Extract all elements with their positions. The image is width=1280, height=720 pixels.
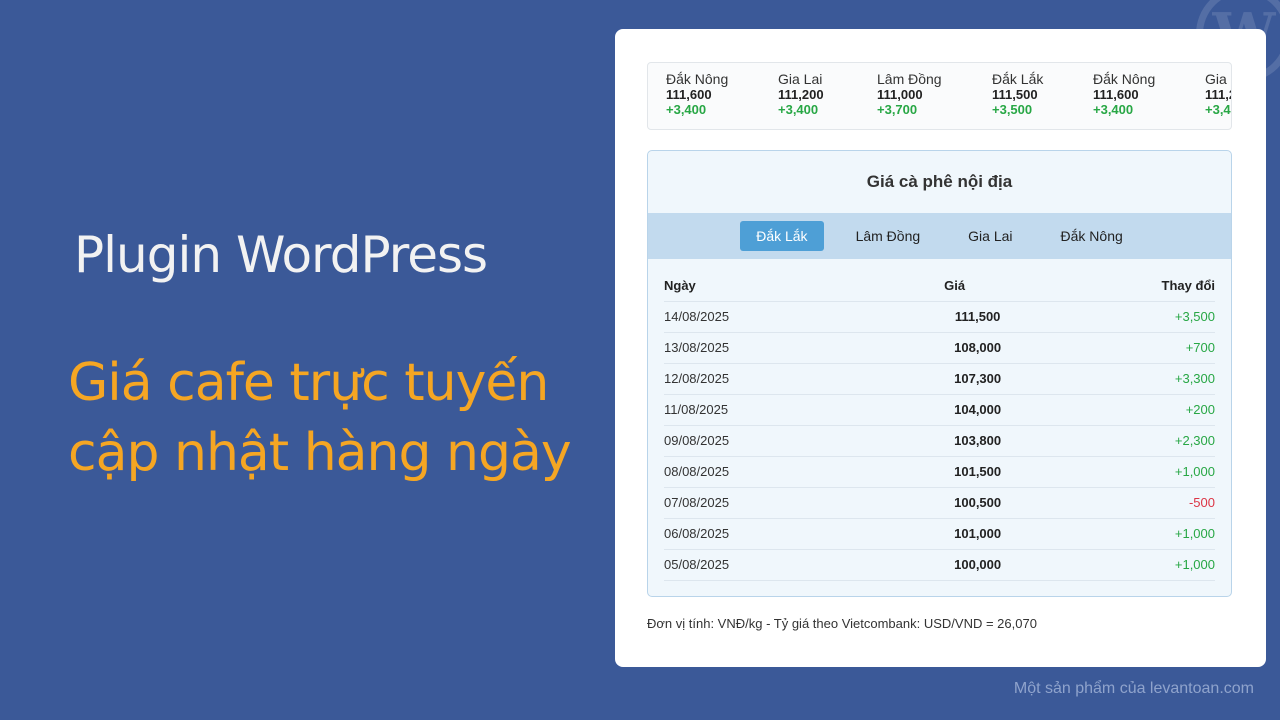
cell-price: 103,800: [833, 425, 1076, 457]
widget-card: Đắk Nông 111,600 +3,400 Gia Lai 111,200 +3,40…: [615, 29, 1266, 667]
cell-change: +3,500: [1075, 301, 1215, 333]
table-row: 11/08/2025 104,000 +200: [664, 394, 1215, 426]
banner-title: Plugin WordPress: [74, 226, 488, 284]
table-row: 08/08/2025 101,500 +1,000: [664, 456, 1215, 488]
table-row: 12/08/2025 107,300 +3,300: [664, 363, 1215, 395]
cell-price: 107,300: [833, 363, 1076, 395]
table-row: 05/08/2025 100,000 +1,000: [664, 549, 1215, 581]
table-row: 07/08/2025 100,500 -500: [664, 487, 1215, 519]
cell-price: 111,500: [833, 301, 1076, 333]
ticker-item: Gia Lai111,200+3,400: [1205, 71, 1231, 118]
banner-subtitle-line2: cập nhật hàng ngày: [68, 423, 572, 483]
cell-date: 14/08/2025: [664, 301, 834, 333]
ticker-change: +3,400: [666, 102, 707, 117]
cell-change: +1,000: [1075, 456, 1215, 488]
cell-change: -500: [1075, 487, 1215, 519]
tab-region[interactable]: Đắk Nông: [1045, 221, 1139, 251]
cell-price: 100,000: [833, 549, 1076, 581]
cell-date: 09/08/2025: [664, 425, 834, 457]
cell-price: 101,500: [833, 456, 1076, 488]
cell-date: 07/08/2025: [664, 487, 834, 519]
ticker-name: Đắk Nông: [666, 71, 729, 87]
ticker-price: 111,600: [666, 87, 712, 102]
credit-text: Một sản phẩm của levantoan.com: [1013, 680, 1254, 697]
tab-region[interactable]: Đắk Lắk: [740, 221, 824, 251]
ticker-change: +3,400: [778, 102, 819, 117]
ticker-name: Đắk Lắk: [992, 71, 1044, 87]
region-tabs: Đắk Lắk Lâm Đồng Gia Lai Đắk Nông: [648, 213, 1231, 259]
ticker-price: 111,200: [1205, 87, 1231, 102]
ticker-name: Gia Lai: [778, 71, 823, 87]
column-change: Thay đổi: [1075, 271, 1215, 302]
ticker-price: 111,600: [1093, 87, 1139, 102]
cell-price: 108,000: [833, 332, 1076, 364]
ticker-change: +3,700: [877, 102, 918, 117]
tab-region[interactable]: Lâm Đồng: [840, 221, 937, 251]
price-ticker: Đắk Nông 111,600 +3,400 Gia Lai 111,200 +3,40…: [647, 62, 1232, 130]
ticker-name: Gia Lai: [1205, 71, 1231, 87]
unit-note: Đơn vị tính: VNĐ/kg - Tỷ giá theo Vietco…: [647, 616, 1037, 631]
banner-subtitle-line1: Giá cafe trực tuyến: [68, 353, 549, 413]
column-price: Giá: [833, 271, 1076, 302]
ticker-name: Lâm Đồng: [877, 71, 942, 87]
ticker-change: +3,500: [992, 102, 1033, 117]
cell-change: +700: [1075, 332, 1215, 364]
ticker-change: +3,400: [1205, 102, 1231, 117]
cell-price: 104,000: [833, 394, 1076, 426]
ticker-price: 111,200: [778, 87, 824, 102]
tab-region[interactable]: Gia Lai: [952, 221, 1028, 251]
table-row: 14/08/2025 111,500 +3,500: [664, 301, 1215, 333]
cell-date: 11/08/2025: [664, 394, 834, 426]
table-header-row: Ngày Giá Thay đổi: [664, 271, 1215, 302]
ticker-item: Lâm Đồng 111,000 +3,700: [877, 71, 992, 118]
domestic-price-box: Giá cà phê nội địa Đắk Lắk Lâm Đồng Gia La…: [647, 150, 1232, 597]
ticker-item: Đắk Nông 111,600 +3,400: [666, 71, 778, 118]
ticker-track: Đắk Nông 111,600 +3,400 Gia Lai 111,200 +3,40…: [648, 63, 1231, 118]
cell-date: 05/08/2025: [664, 549, 834, 581]
price-table: Ngày Giá Thay đổi 14/08/2025 111,500 +3,50…: [664, 271, 1215, 581]
cell-date: 13/08/2025: [664, 332, 834, 364]
cell-date: 12/08/2025: [664, 363, 834, 395]
ticker-item: Đắk Lắk 111,500 +3,500: [992, 71, 1093, 118]
table-row: 13/08/2025 108,000 +700: [664, 332, 1215, 364]
ticker-item: Gia Lai111,200+3,400: [778, 71, 877, 118]
ticker-price: 111,500: [992, 87, 1038, 102]
cell-change: +200: [1075, 394, 1215, 426]
table-row: 09/08/2025 103,800 +2,300: [664, 425, 1215, 457]
cell-change: +3,300: [1075, 363, 1215, 395]
column-date: Ngày: [664, 271, 834, 302]
ticker-price: 111,000: [877, 87, 923, 102]
banner-subtitle: Giá cafe trực tuyến cập nhật hàng ngày: [68, 348, 572, 488]
price-box-title: Giá cà phê nội địa: [866, 172, 1013, 191]
table-row: 06/08/2025 101,000 +1,000: [664, 518, 1215, 550]
cell-change: +1,000: [1075, 518, 1215, 550]
cell-change: +2,300: [1075, 425, 1215, 457]
ticker-item: Đắk Nông 111,600 +3,400: [1093, 71, 1205, 118]
cell-date: 06/08/2025: [664, 518, 834, 550]
cell-price: 101,000: [833, 518, 1076, 550]
cell-price: 100,500: [833, 487, 1076, 519]
cell-date: 08/08/2025: [664, 456, 834, 488]
ticker-name: Đắk Nông: [1093, 71, 1156, 87]
ticker-change: +3,400: [1093, 102, 1134, 117]
cell-change: +1,000: [1075, 549, 1215, 581]
